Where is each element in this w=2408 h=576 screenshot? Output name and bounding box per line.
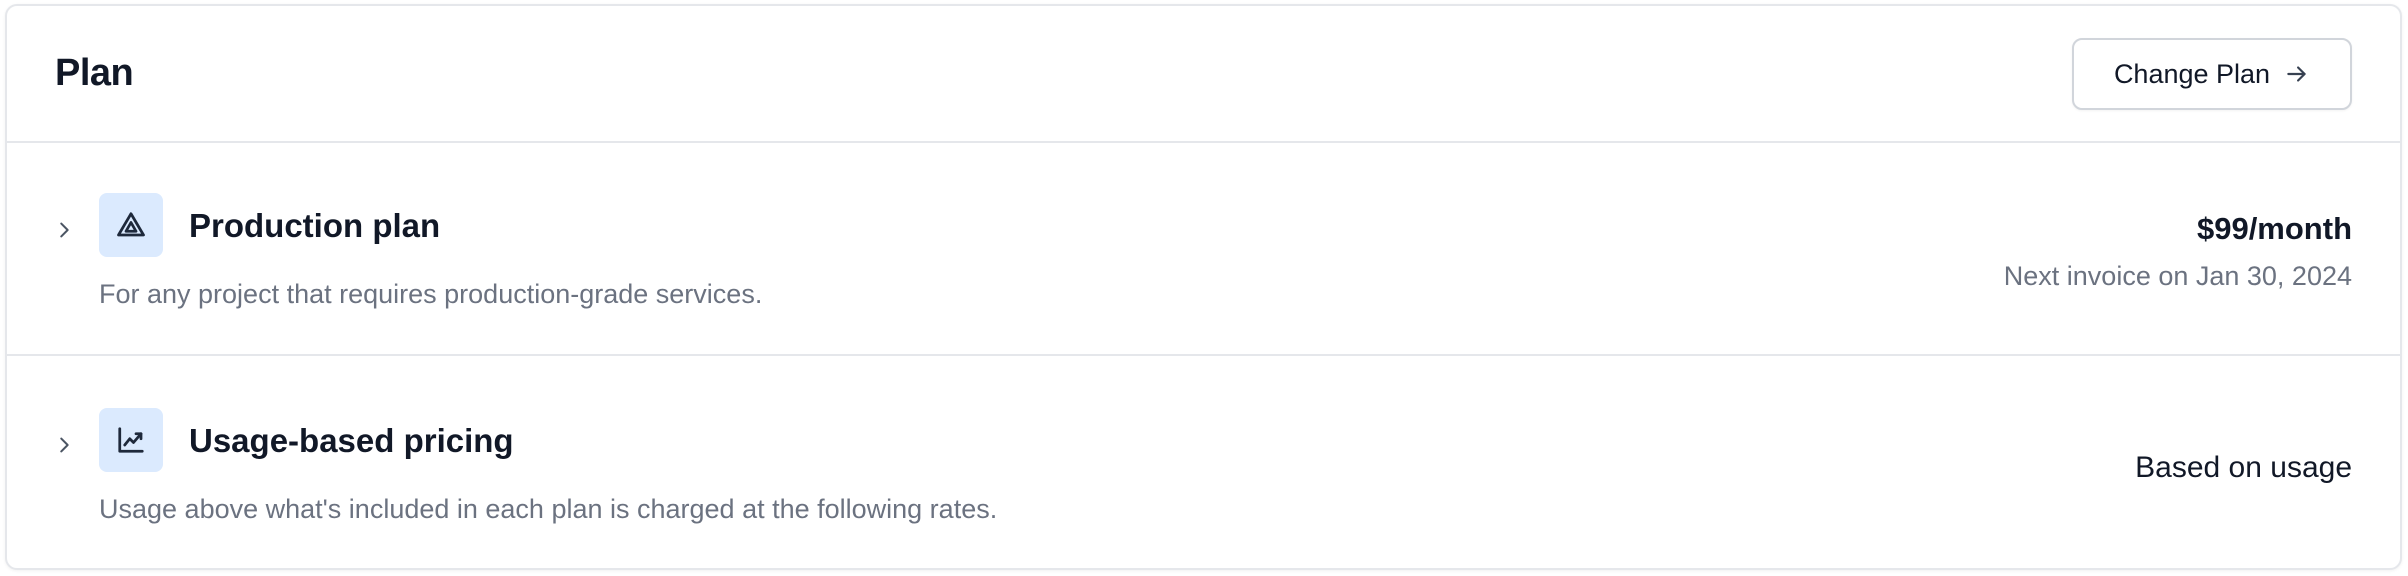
- plan-row-production: Production plan For any project that req…: [7, 143, 2400, 356]
- usage-pricing-label: Based on usage: [2135, 451, 2352, 484]
- usage-pricing-description: Usage above what's included in each plan…: [99, 494, 998, 524]
- production-plan-description: For any project that requires production…: [99, 279, 763, 309]
- plan-header: Plan Change Plan: [7, 6, 2400, 143]
- production-plan-title: Production plan: [189, 207, 441, 244]
- triangle-icon: [117, 212, 145, 237]
- production-plan-price: $99/month: [2196, 211, 2352, 246]
- usage-pricing-icon-box: [99, 408, 163, 472]
- arrow-right-icon: [2287, 66, 2306, 82]
- page-title: Plan: [55, 52, 134, 94]
- production-plan-icon-box: [99, 193, 163, 257]
- change-plan-label: Change Plan: [2113, 58, 2271, 89]
- chevron-right-icon: [60, 437, 69, 453]
- usage-pricing-title: Usage-based pricing: [189, 422, 514, 459]
- next-invoice-text: Next invoice on Jan 30, 2024: [2003, 261, 2352, 291]
- chevron-right-icon: [60, 222, 69, 238]
- expand-production-toggle[interactable]: [47, 213, 81, 247]
- expand-usage-toggle[interactable]: [47, 428, 81, 462]
- plan-card: Plan Change Plan Production plan For any…: [5, 4, 2402, 570]
- change-plan-button[interactable]: Change Plan: [2072, 38, 2352, 110]
- plan-row-usage: Usage-based pricing Usage above what's i…: [7, 358, 2400, 568]
- chart-line-icon: [118, 427, 144, 453]
